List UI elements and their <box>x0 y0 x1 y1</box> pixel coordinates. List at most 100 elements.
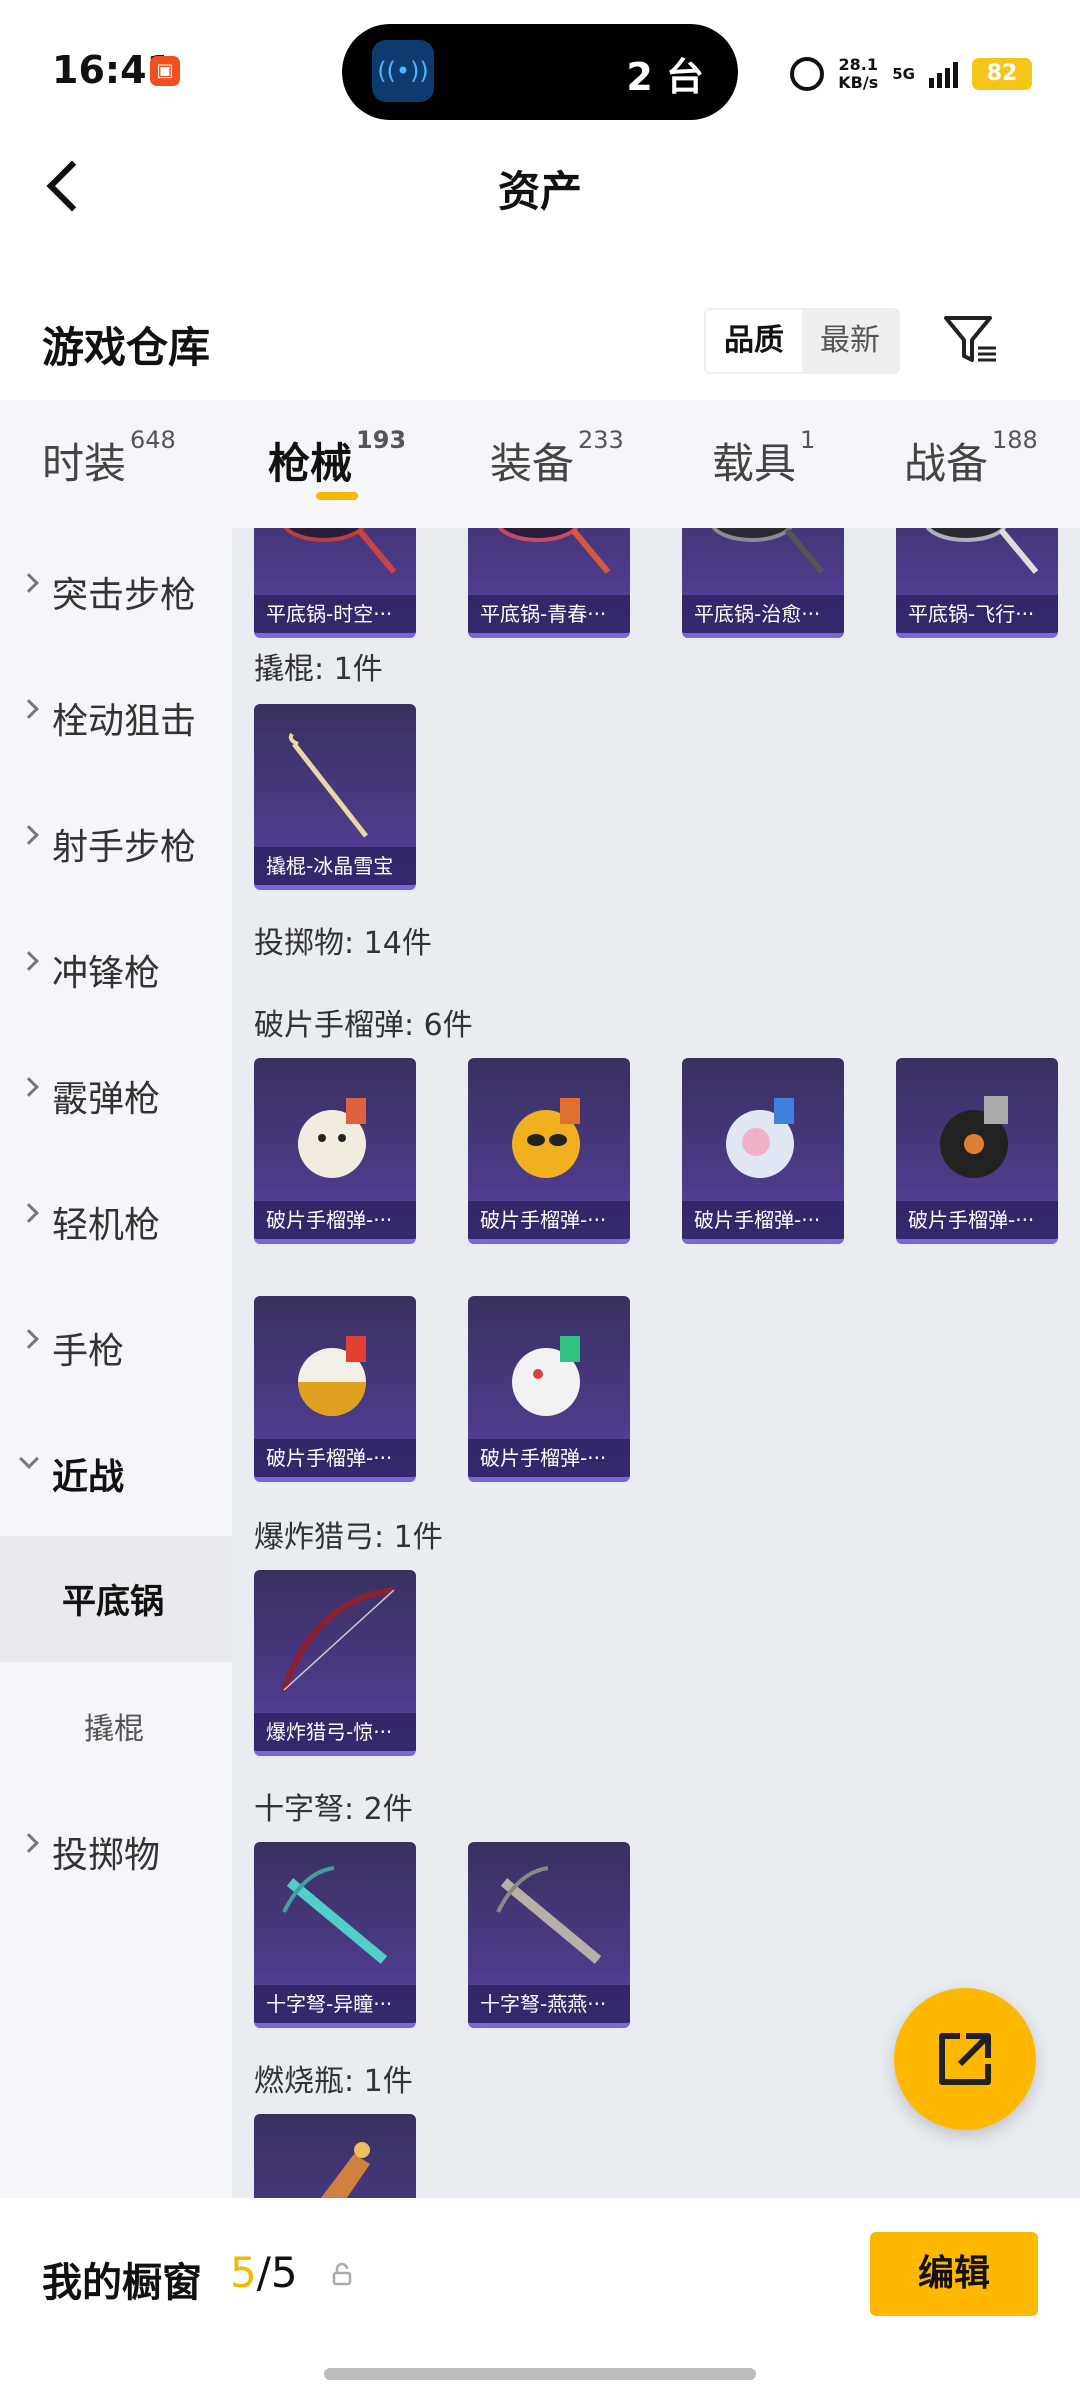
tab-equipment[interactable]: 装备 233 <box>490 426 624 491</box>
sidebar-item-bolt-sniper[interactable]: 栓动狙击 <box>0 654 232 780</box>
title-bar: 资产 <box>0 130 1080 240</box>
sidebar-item-label: 冲锋枪 <box>52 953 161 994</box>
item-card[interactable]: 平底锅-飞行··· <box>896 528 1058 638</box>
grenade-icon <box>298 1336 366 1416</box>
alarm-icon <box>790 57 825 91</box>
sidebar-item-shotgun[interactable]: 霰弹枪 <box>0 1032 232 1158</box>
active-tab-indicator <box>316 492 358 500</box>
showcase-title: 我的橱窗 <box>42 2260 202 2306</box>
item-card[interactable]: 十字弩-燕燕··· <box>468 1842 630 2028</box>
lock-icon <box>332 2262 352 2286</box>
tab-count: 1 <box>800 426 816 454</box>
item-card[interactable]: 平底锅-治愈··· <box>682 528 844 638</box>
dynamic-island[interactable]: ((•)) 2 台 <box>342 24 738 120</box>
chevron-right-icon <box>19 1329 39 1349</box>
showcase-count-total: /5 <box>256 2248 298 2297</box>
section-title: 游戏仓库 <box>42 323 211 372</box>
sort-quality-button[interactable]: 品质 <box>706 310 802 372</box>
item-card[interactable]: 破片手榴弹-··· <box>468 1058 630 1244</box>
pan-icon <box>497 528 611 574</box>
item-card-label: 平底锅-青春··· <box>468 595 630 633</box>
share-icon <box>939 2033 991 2085</box>
sidebar-item-label: 轻机枪 <box>52 1205 161 1246</box>
tab-count: 233 <box>578 426 624 454</box>
item-card-label: 十字弩-燕燕··· <box>468 1985 630 2023</box>
tab-label: 时装 <box>42 439 127 488</box>
page-title: 资产 <box>497 167 582 216</box>
item-card[interactable]: 破片手榴弹-··· <box>468 1296 630 1482</box>
chevron-right-icon <box>19 1833 39 1853</box>
sidebar-item-label: 射手步枪 <box>52 827 197 868</box>
showcase-count: 5/5 <box>230 2248 298 2297</box>
group-title-crowbar: 撬棍: 1件 <box>254 652 383 687</box>
item-card-label: 破片手榴弹-··· <box>254 1201 416 1239</box>
item-card[interactable] <box>254 2114 416 2198</box>
item-card[interactable]: 破片手榴弹-··· <box>254 1058 416 1244</box>
chevron-right-icon <box>19 1203 39 1223</box>
item-card-label: 爆炸猎弓-惊··· <box>254 1713 416 1751</box>
chevron-right-icon <box>19 699 39 719</box>
item-card-label: 平底锅-飞行··· <box>896 595 1058 633</box>
sidebar-item-smg[interactable]: 冲锋枪 <box>0 906 232 1032</box>
tab-count: 648 <box>130 426 176 454</box>
tab-label: 载具 <box>712 439 797 488</box>
tab-label: 枪械 <box>268 439 353 488</box>
pan-icon <box>925 528 1039 574</box>
grenade-icon <box>726 1098 794 1178</box>
sidebar-item-melee[interactable]: 近战 <box>0 1410 232 1536</box>
item-card-label: 平底锅-治愈··· <box>682 595 844 633</box>
sidebar-item-throwables[interactable]: 投掷物 <box>0 1788 232 1914</box>
item-card[interactable]: 平底锅-时空··· <box>254 528 416 638</box>
home-indicator[interactable] <box>324 2368 756 2380</box>
tab-count: 193 <box>356 426 407 454</box>
item-card[interactable]: 破片手榴弹-··· <box>254 1296 416 1482</box>
tab-count: 188 <box>992 426 1038 454</box>
status-indicators: 28.1 KB/s 5G 82 <box>790 52 1032 96</box>
sidebar-item-label: 突击步枪 <box>52 575 197 616</box>
section-header: 游戏仓库 品质 最新 <box>0 280 1080 400</box>
sidebar-item-lmg[interactable]: 轻机枪 <box>0 1158 232 1284</box>
crossbow-icon <box>496 1866 602 1964</box>
status-bar: 16:41 ▣ ((•)) 2 台 28.1 KB/s 5G 82 <box>0 0 1080 130</box>
battery-icon: 82 <box>972 58 1032 90</box>
tab-fashion[interactable]: 时装 648 <box>42 426 176 491</box>
item-card-label: 破片手榴弹-··· <box>682 1201 844 1239</box>
grenade-icon <box>512 1098 580 1178</box>
pan-icon <box>283 528 397 574</box>
broadcast-icon: ((•)) <box>372 40 434 102</box>
chevron-right-icon <box>19 573 39 593</box>
filter-button[interactable] <box>940 310 1000 370</box>
sidebar-item-label: 投掷物 <box>52 1835 161 1876</box>
tab-guns[interactable]: 枪械 193 <box>268 426 406 491</box>
network-type: 5G <box>892 65 915 83</box>
group-title-crossbow: 十字弩: 2件 <box>254 1792 413 1827</box>
sort-toggle: 品质 最新 <box>704 308 900 374</box>
sidebar-item-label: 栓动狙击 <box>52 701 197 742</box>
pan-icon <box>711 528 825 574</box>
sidebar-item-marksman-rifle[interactable]: 射手步枪 <box>0 780 232 906</box>
sidebar-item-pistol[interactable]: 手枪 <box>0 1284 232 1410</box>
item-card-label: 平底锅-时空··· <box>254 595 416 633</box>
item-card[interactable]: 破片手榴弹-··· <box>682 1058 844 1244</box>
sort-newest-button[interactable]: 最新 <box>802 310 898 372</box>
item-card[interactable]: 破片手榴弹-··· <box>896 1058 1058 1244</box>
edit-button[interactable]: 编辑 <box>870 2232 1038 2316</box>
sidebar-item-label: 手枪 <box>52 1331 125 1372</box>
sidebar-item-assault-rifle[interactable]: 突击步枪 <box>0 528 232 654</box>
share-button[interactable] <box>894 1988 1036 2130</box>
tab-supplies[interactable]: 战备 188 <box>904 426 1038 491</box>
crowbar-icon <box>288 732 368 838</box>
item-card[interactable]: 撬棍-冰晶雪宝 <box>254 704 416 890</box>
item-card-label: 撬棍-冰晶雪宝 <box>254 847 416 885</box>
item-card[interactable]: 十字弩-异瞳··· <box>254 1842 416 2028</box>
group-title-frag: 破片手榴弹: 6件 <box>254 1008 473 1043</box>
sidebar-item-label: 近战 <box>52 1457 125 1498</box>
item-card[interactable]: 平底锅-青春··· <box>468 528 630 638</box>
item-card[interactable]: 爆炸猎弓-惊··· <box>254 1570 416 1756</box>
item-card-label: 破片手榴弹-··· <box>896 1201 1058 1239</box>
grenade-icon <box>298 1098 366 1178</box>
sidebar-item-crowbar[interactable]: 撬棍 <box>0 1662 232 1788</box>
tab-vehicles[interactable]: 载具 1 <box>712 426 815 491</box>
tab-label: 战备 <box>904 439 989 488</box>
sidebar-item-pan[interactable]: 平底锅 <box>0 1536 232 1662</box>
